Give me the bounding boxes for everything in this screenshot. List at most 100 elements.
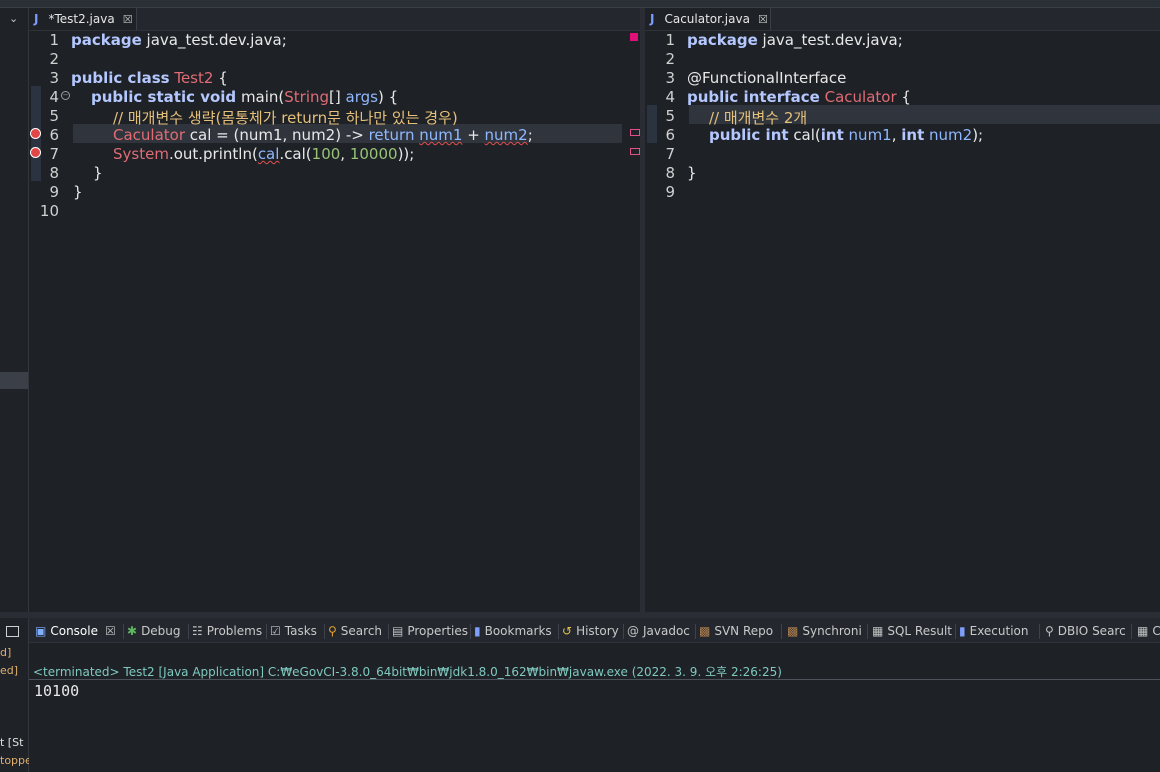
tab-divider <box>1039 624 1040 639</box>
line-number: 8 <box>665 164 675 182</box>
error-overview-marker[interactable] <box>630 129 640 136</box>
tab-problems[interactable]: ☷ Problems <box>192 621 262 641</box>
search-icon: ⚲ <box>328 624 337 638</box>
code-text: { <box>213 69 228 87</box>
tab-sql-result[interactable]: ▦ SQL Result <box>872 621 952 641</box>
class-name: String <box>284 88 330 106</box>
code-text: .cal( <box>279 145 312 163</box>
window-restore-icon[interactable] <box>6 626 19 637</box>
code-line-3: public class Test2 { <box>71 69 228 87</box>
keyword: package <box>687 31 758 49</box>
code-line-1: package java_test.dev.java; <box>687 31 903 49</box>
code-text: cal( <box>788 126 821 144</box>
code-line-7: System.out.println(cal.cal(100, 10000)); <box>113 145 414 163</box>
console-icon: ▣ <box>35 624 47 638</box>
comment: // 매개변수 생략(몸통체가 return문 하나만 있는 경우) <box>113 109 458 127</box>
tab-properties[interactable]: ▤ Properties <box>392 621 468 641</box>
error-overview-marker[interactable] <box>630 148 640 155</box>
code-text: } <box>73 183 83 201</box>
console-status-text: <terminated> Test2 [Java Application] C:… <box>33 665 782 679</box>
parameter-name: args <box>345 88 378 106</box>
parameter-name: num2 <box>924 126 973 144</box>
chevron-down-icon[interactable]: ⌄ <box>9 12 18 25</box>
tab-label: Properties <box>407 624 468 638</box>
tab-debug[interactable]: ✱ Debug <box>127 621 181 641</box>
close-icon[interactable]: ☒ <box>105 624 116 638</box>
class-name: Test2 <box>174 69 214 87</box>
line-number-gutter: 1 2 3 4 5 6 7 8 9 10 − <box>29 31 71 612</box>
bookmark-icon: ▮ <box>474 624 481 638</box>
code-line-1: package java_test.dev.java; <box>71 31 287 49</box>
line-number: 8 <box>49 164 59 182</box>
code-text: , <box>340 145 350 163</box>
console-divider <box>29 679 1160 680</box>
console-status-bar: <terminated> Test2 [Java Application] C:… <box>29 660 1160 680</box>
line-number: 6 <box>665 126 675 144</box>
code-text: cal = (num1, num2) -> <box>185 126 369 144</box>
right-code-editor[interactable]: 1 2 3 4 5 6 7 8 9 package java_test.dev.… <box>645 31 1160 612</box>
keyword: return <box>368 126 415 144</box>
tab-svn-repo[interactable]: ▩ SVN Repo <box>699 621 773 641</box>
tab-divider <box>558 624 559 639</box>
tab-history[interactable]: ↺ History <box>562 621 619 641</box>
tab-synchronize[interactable]: ▩ Synchroni <box>787 621 862 641</box>
tasks-icon: ☑ <box>270 624 281 638</box>
panel-fragment: ed] <box>0 664 19 677</box>
panel-fragment: d] <box>0 646 12 659</box>
left-code-editor[interactable]: 1 2 3 4 5 6 7 8 9 10 − package java_test… <box>29 31 640 612</box>
tab-label: SVN Repo <box>714 624 774 638</box>
tab-label: Debug <box>141 624 181 638</box>
variable: num1 <box>419 126 463 144</box>
tab-divider <box>623 624 624 639</box>
tab-label: DBIO Searc <box>1057 624 1126 638</box>
class-name: System <box>113 145 169 163</box>
tab-caculator-java[interactable]: J Caculator.java ☒ <box>645 8 771 30</box>
error-breakpoint-icon[interactable] <box>30 128 41 139</box>
tab-overflow[interactable]: ▦ C <box>1137 621 1160 641</box>
left-panel-selection[interactable] <box>0 372 28 389</box>
search-icon: ⚲ <box>1045 624 1054 638</box>
tab-test2-java[interactable]: J *Test2.java ☒ <box>29 8 137 30</box>
line-number: 5 <box>49 107 59 125</box>
line-number: 9 <box>665 183 675 201</box>
panel-fragment: toppe <box>0 754 32 767</box>
error-breakpoint-icon[interactable] <box>30 147 41 158</box>
tab-javadoc[interactable]: @ Javadoc <box>627 621 690 641</box>
tab-divider <box>266 624 267 639</box>
annotation: @FunctionalInterface <box>687 69 847 87</box>
code-line-5: // 매개변수 생략(몸통체가 return문 하나만 있는 경우) <box>113 107 458 128</box>
close-icon[interactable]: ☒ <box>123 13 133 26</box>
tab-label: Search <box>340 624 383 638</box>
tab-console[interactable]: ▣ Console ☒ <box>35 621 116 641</box>
line-number: 7 <box>665 145 675 163</box>
code-line-4: public static void main(String[] args) { <box>91 88 398 106</box>
code-text: ) { <box>377 88 399 106</box>
tab-label: Bookmarks <box>484 624 552 638</box>
tab-search[interactable]: ⚲ Search <box>328 621 382 641</box>
tab-divider <box>123 624 124 639</box>
code-text: java_test.dev.java; <box>141 31 287 49</box>
table-icon: ▦ <box>1137 624 1149 638</box>
tab-label: History <box>576 624 619 638</box>
console-tabbar: ▣ Console ☒ ✱ Debug ☷ Problems ☑ Tasks ⚲ Searc… <box>29 618 1160 643</box>
code-line-6: Caculator cal = (num1, num2) -> return n… <box>113 126 533 144</box>
parameter-name: num1 <box>843 126 892 144</box>
number-literal: 10000 <box>349 145 398 163</box>
tab-execution[interactable]: ▮ Execution <box>959 621 1029 641</box>
fold-collapse-icon[interactable]: − <box>61 91 70 100</box>
tab-bookmarks[interactable]: ▮ Bookmarks <box>474 621 552 641</box>
variable: cal <box>257 145 280 163</box>
tab-label: *Test2.java <box>48 12 115 26</box>
error-overview-marker[interactable] <box>630 33 638 41</box>
code-line-3: @FunctionalInterface <box>687 69 846 87</box>
tab-dbio-search[interactable]: ⚲ DBIO Searc <box>1045 621 1126 641</box>
code-text: ); <box>972 126 984 144</box>
sync-icon: ▩ <box>787 624 799 638</box>
keyword: public static void <box>91 88 237 106</box>
code-text: main( <box>236 88 285 106</box>
keyword: public class <box>71 69 170 87</box>
code-text: )); <box>397 145 415 163</box>
close-icon[interactable]: ☒ <box>758 13 768 26</box>
tab-tasks[interactable]: ☑ Tasks <box>270 621 317 641</box>
keyword: public interface <box>687 88 820 106</box>
